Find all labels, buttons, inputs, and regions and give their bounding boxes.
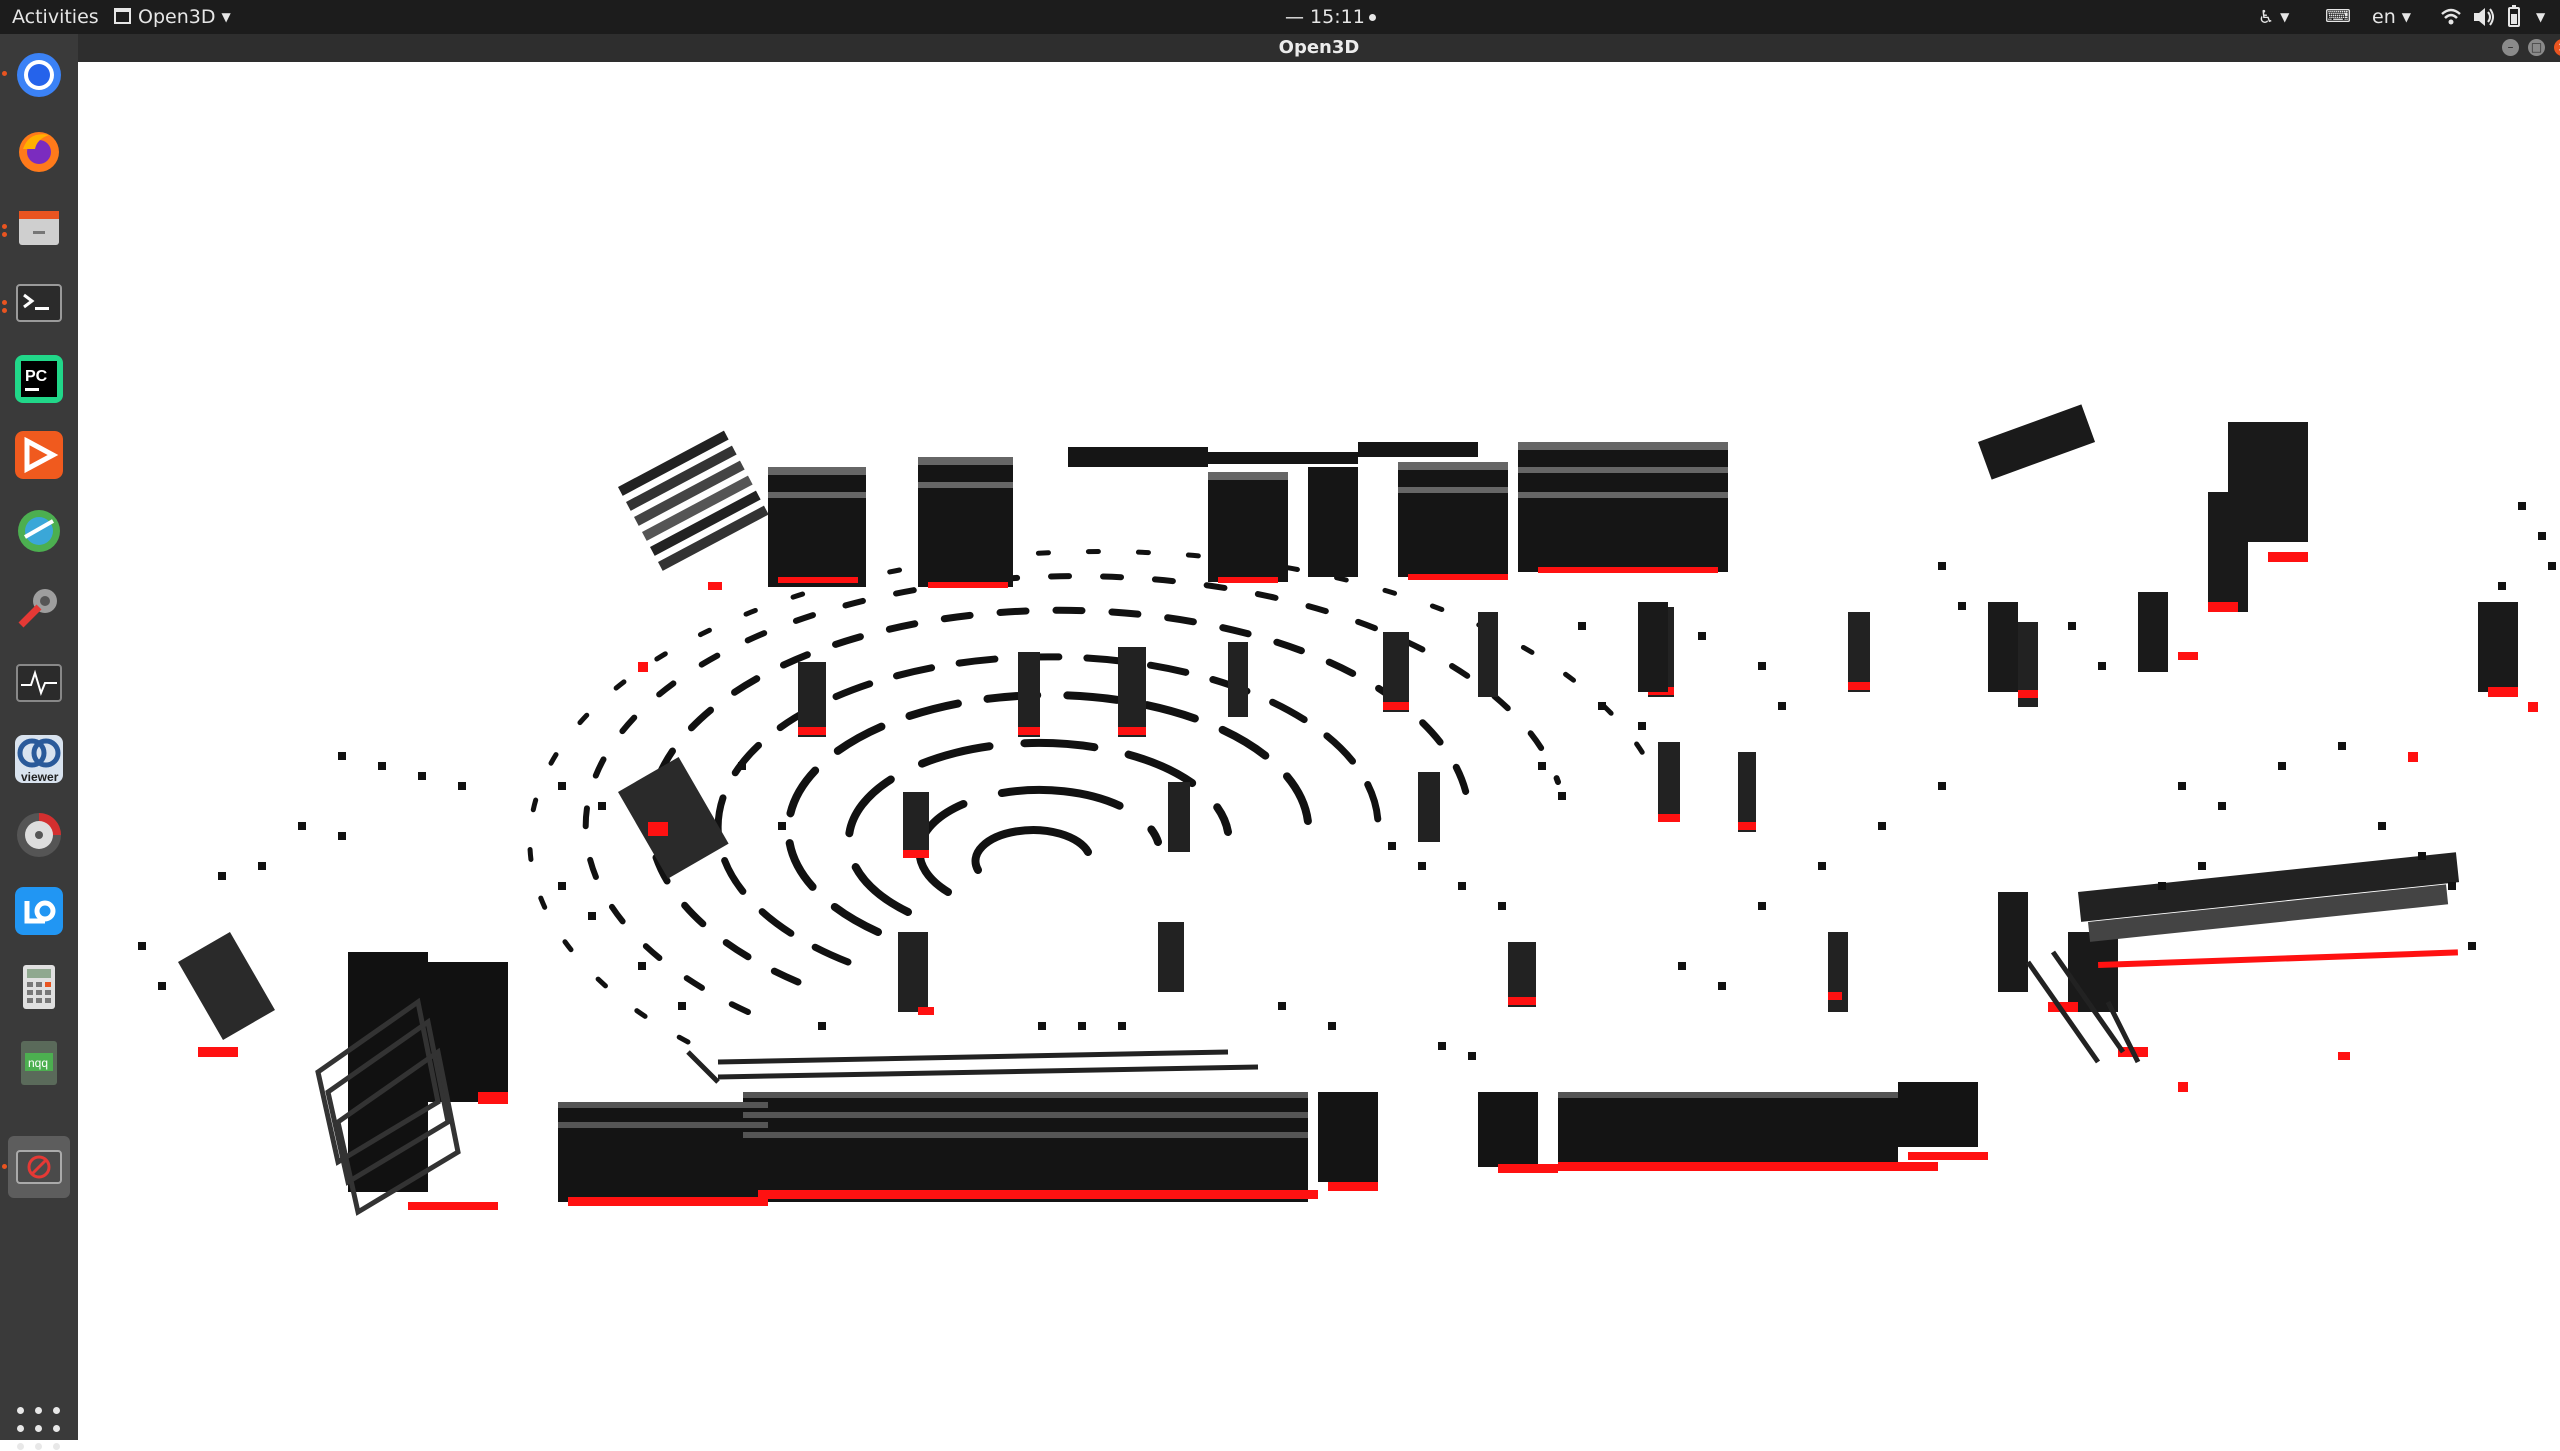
language-label: en [2372, 6, 2396, 28]
window-title: Open3D [1278, 37, 1360, 58]
clock-label: — 15:11 [1285, 6, 1365, 28]
terminal-icon [16, 284, 62, 322]
front-walls [558, 1049, 1988, 1206]
language-selector[interactable]: en ▼ [2372, 0, 2411, 34]
cloudcompare-icon: viewer [15, 735, 63, 783]
dock-bookworm[interactable] [8, 880, 70, 942]
top-bar: Activities Open3D ▼ — 15:11 ♿ ▼ ⌨ en ▼ ▼ [0, 0, 2560, 34]
running-indicator [2, 71, 7, 76]
dock-presentation[interactable] [8, 424, 70, 486]
dock-pycharm[interactable]: PC [8, 348, 70, 410]
clock[interactable]: — 15:11 [1285, 0, 1376, 34]
files-icon [19, 211, 59, 245]
dock-files[interactable] [8, 196, 70, 258]
pillars [798, 607, 2038, 1015]
dock-chromium[interactable] [8, 44, 70, 106]
wifi-icon[interactable] [2440, 0, 2462, 34]
presentation-icon [15, 431, 63, 479]
running-indicator [2, 308, 7, 313]
right-structures [1638, 404, 2538, 1092]
keyboard-icon[interactable]: ⌨ [2325, 0, 2351, 34]
chevron-down-icon: ▼ [2401, 10, 2411, 24]
dock-disk-usage[interactable] [8, 804, 70, 866]
bookworm-icon [15, 887, 63, 935]
dock-terminal[interactable] [8, 272, 70, 334]
app-menu-label: Open3D [138, 6, 216, 28]
battery-icon[interactable] [2506, 0, 2522, 34]
accessibility-icon[interactable]: ♿ ▼ [2258, 0, 2289, 34]
point-cloud-render [138, 404, 2556, 1216]
app-menu[interactable]: Open3D ▼ [114, 0, 231, 34]
dock-firefox[interactable] [8, 120, 70, 182]
volume-icon[interactable] [2472, 0, 2496, 34]
dock: PC viewer nqq [0, 34, 78, 1450]
open3d-viewport[interactable] [78, 62, 2560, 1440]
minimize-button[interactable]: – [2502, 39, 2519, 56]
dock-cloudcompare-viewer[interactable]: viewer [8, 728, 70, 790]
nqq-icon: nqq [21, 1041, 57, 1085]
svg-text:PC: PC [25, 368, 48, 385]
running-indicator [2, 300, 7, 305]
open3d-app-icon [16, 1150, 62, 1184]
chevron-down-icon: ▼ [221, 10, 231, 24]
running-indicator [2, 1164, 7, 1169]
maximize-button[interactable]: □ [2528, 39, 2545, 56]
disk-usage-icon [17, 813, 61, 857]
pycharm-icon: PC [15, 355, 63, 403]
system-monitor-icon [16, 664, 62, 702]
notification-dot-icon [1368, 14, 1376, 21]
window-icon [114, 8, 131, 24]
chromium-icon [17, 53, 61, 97]
firefox-icon [19, 132, 59, 172]
svg-text:nqq: nqq [28, 1056, 48, 1070]
network-icon [18, 510, 60, 552]
running-indicator [2, 232, 7, 237]
dock-open3d[interactable] [8, 1136, 70, 1198]
window-titlebar[interactable]: Open3D – □ × [78, 34, 2560, 62]
activities-button[interactable]: Activities [12, 0, 99, 34]
dock-system-monitor[interactable] [8, 652, 70, 714]
svg-text:viewer: viewer [21, 770, 59, 783]
dock-nqq[interactable]: nqq [8, 1032, 70, 1094]
dock-settings[interactable] [8, 576, 70, 638]
system-menu-chevron-icon[interactable]: ▼ [2536, 0, 2545, 34]
show-applications-button[interactable] [17, 1407, 61, 1451]
dock-calculator[interactable] [8, 956, 70, 1018]
back-walls [618, 430, 1728, 672]
calculator-icon [23, 965, 55, 1009]
settings-icon [18, 589, 57, 628]
running-indicator [2, 224, 7, 229]
dock-network[interactable] [8, 500, 70, 562]
